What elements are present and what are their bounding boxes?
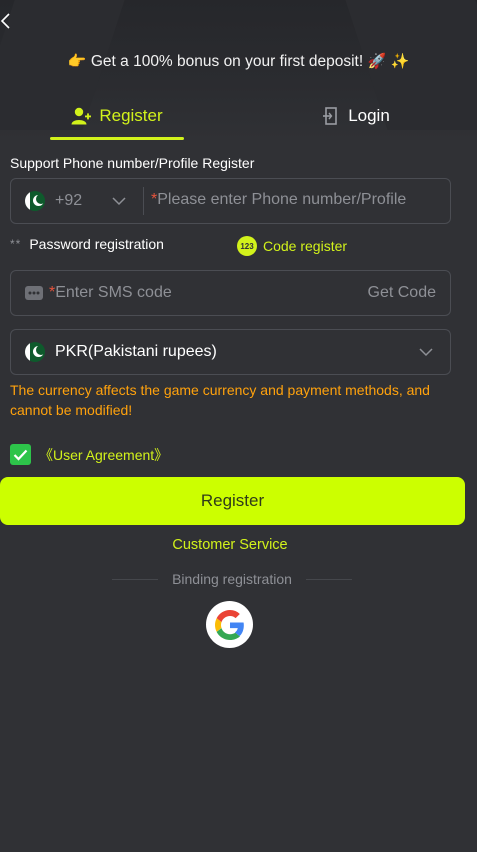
- tab-login-label: Login: [348, 106, 390, 125]
- chevron-left-icon[interactable]: [0, 10, 24, 34]
- currency-warning: The currency affects the game currency a…: [10, 382, 430, 418]
- sms-code-input[interactable]: *Enter SMS code: [49, 284, 172, 302]
- currency-value: PKR(Pakistani rupees): [55, 343, 217, 360]
- user-add-icon: [71, 107, 92, 125]
- promo-banner: 👉 Get a 100% bonus on your first deposit…: [0, 52, 477, 71]
- registration-mode-row: ** Password registration 123 Code regist…: [10, 236, 451, 256]
- sms-placeholder: Enter SMS code: [55, 284, 172, 301]
- pakistan-flag-icon: [25, 191, 45, 211]
- pointing-hand-icon: 👉: [67, 53, 87, 70]
- agreement-checkbox[interactable]: [10, 444, 31, 465]
- auth-tabs: Register Login: [0, 92, 477, 140]
- phone-input[interactable]: *Please enter Phone number/Profile: [151, 191, 444, 209]
- tab-register-label: Register: [99, 106, 163, 125]
- numbers-badge-icon: 123: [237, 236, 257, 256]
- currency-select[interactable]: PKR(Pakistani rupees): [10, 329, 451, 375]
- google-icon: [214, 609, 244, 640]
- login-door-icon: [323, 107, 337, 125]
- pakistan-flag-icon: [25, 342, 45, 362]
- chevron-down-icon[interactable]: [418, 344, 434, 360]
- register-button[interactable]: Register: [0, 477, 465, 525]
- sms-field: *Enter SMS code Get Code: [10, 270, 451, 316]
- tab-login[interactable]: Login: [296, 92, 416, 140]
- phone-field: +92 *Please enter Phone number/Profile: [10, 178, 451, 224]
- promo-text: Get a 100% bonus on your first deposit!: [90, 53, 364, 70]
- field-divider: [143, 187, 144, 215]
- message-dots-icon: [25, 286, 43, 300]
- back-button[interactable]: [0, 10, 24, 34]
- support-label: Support Phone number/Profile Register: [10, 155, 255, 171]
- password-registration-label: Password registration: [29, 236, 164, 252]
- password-registration-option[interactable]: ** Password registration: [10, 236, 164, 252]
- password-stars-icon: **: [10, 237, 22, 251]
- google-login-button[interactable]: [206, 601, 253, 648]
- phone-placeholder: Please enter Phone number/Profile: [157, 191, 407, 208]
- get-code-button[interactable]: Get Code: [368, 284, 436, 302]
- agreement-row: 《User Agreement》: [10, 444, 168, 465]
- tab-register[interactable]: Register: [50, 92, 184, 140]
- sparkles-icon: ✨: [390, 53, 410, 70]
- code-register-option[interactable]: 123 Code register: [237, 236, 347, 256]
- chevron-down-icon[interactable]: [111, 193, 127, 209]
- binding-registration-divider: Binding registration: [112, 571, 352, 587]
- country-code[interactable]: +92: [55, 192, 82, 210]
- rocket-icon: 🚀: [367, 53, 387, 70]
- divider-line: [306, 579, 352, 580]
- checkmark-icon: [13, 449, 28, 461]
- customer-service-link[interactable]: Customer Service: [0, 537, 460, 553]
- user-agreement-link[interactable]: 《User Agreement》: [39, 445, 168, 465]
- code-register-label: Code register: [263, 238, 348, 254]
